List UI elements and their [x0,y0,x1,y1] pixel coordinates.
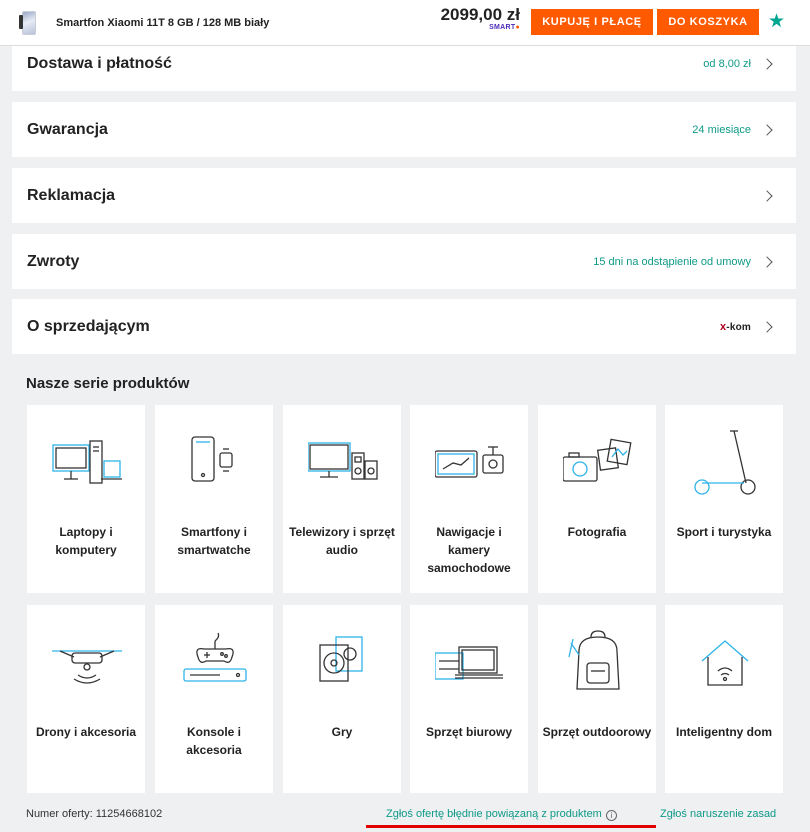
series-tile-smart-home[interactable]: Inteligentny dom [665,605,783,793]
product-thumbnail[interactable] [19,10,36,35]
row-complaint-label: Reklamacja [27,186,116,204]
chevron-right-icon [761,57,773,70]
office-printer-icon [435,646,503,680]
series-tile-label: Fotografia [567,525,627,539]
series-tile-navigation[interactable]: Nawigacje i kamery samochodowe [410,405,528,593]
row-warranty[interactable]: Gwarancja 24 miesiące [12,102,796,157]
drone-icon [52,650,122,684]
smart-badge: SMART● [489,24,520,31]
camera-photo-icon [563,438,632,482]
info-icon[interactable]: i [605,810,617,821]
smart-badge-label: SMART [489,24,516,31]
seller-logo: x-kom [720,321,751,333]
series-tile-sport[interactable]: Sport i turystyka [665,405,783,593]
game-disc-icon [319,636,363,682]
smartphone-watch-icon [191,436,233,482]
row-seller[interactable]: O sprzedającym x-kom [12,299,796,354]
buy-now-button[interactable]: KUPUJĘ I PŁACĘ [531,9,653,35]
series-tile-label: Smartfony i smartwatche [177,525,251,557]
series-tile-label: Sport i turystyka [676,525,772,539]
backpack-icon [568,630,620,690]
report-wrong-product-link[interactable]: Zgłoś ofertę błędnie powiązaną z produkt… [386,808,617,821]
chevron-right-icon [761,189,773,202]
seller-logo-brand: -kom [726,321,751,333]
product-title: Smartfon Xiaomi 11T 8 GB / 128 MB biały [56,16,270,29]
series-tile-label: Sprzęt biurowy [425,725,512,739]
favorite-star-icon[interactable]: ★ [768,11,785,33]
laptop-computer-icon [52,440,122,484]
report-violation-link[interactable]: Zgłoś naruszenie zasad [660,808,776,820]
series-tile-label: Sprzęt outdoorowy [542,725,652,739]
series-tile-label: Konsole i akcesoria [186,725,242,757]
series-tile-consoles[interactable]: Konsole i akcesoria [155,605,273,793]
series-tile-laptops[interactable]: Laptopy i komputery [27,405,145,593]
offer-number: Numer oferty: 11254668102 [26,808,162,820]
offer-number-label: Numer oferty: [26,808,93,820]
row-seller-label: O sprzedającym [27,317,150,335]
row-returns[interactable]: Zwroty 15 dni na odstąpienie od umowy [12,234,796,289]
offer-number-value: 11254668102 [95,808,163,820]
series-tile-label: Telewizory i sprzęt audio [289,525,395,557]
row-delivery-label: Dostawa i płatność [27,54,172,72]
navigation-camera-icon [435,446,504,478]
sticky-product-bar: Smartfon Xiaomi 11T 8 GB / 128 MB biały … [0,0,810,46]
series-tile-outdoor[interactable]: Sprzęt outdoorowy [538,605,656,793]
console-gamepad-icon [183,632,247,682]
row-warranty-label: Gwarancja [27,120,108,138]
smart-home-icon [701,640,749,686]
highlight-underline [366,825,656,828]
series-tile-games[interactable]: Gry [283,605,401,793]
series-tile-drones[interactable]: Drony i akcesoria [27,605,145,793]
scooter-icon [694,430,756,495]
row-returns-label: Zwroty [27,252,80,270]
footer-bar: Numer oferty: 11254668102 Zgłoś ofertę b… [0,805,810,825]
series-tile-office[interactable]: Sprzęt biurowy [410,605,528,793]
row-complaint[interactable]: Reklamacja [12,168,796,223]
chevron-right-icon [761,123,773,136]
product-price: 2099,00 zł [440,5,520,24]
row-warranty-info: 24 miesiące [692,123,751,136]
chevron-right-icon [761,255,773,268]
chevron-right-icon [761,320,773,333]
series-tile-label: Drony i akcesoria [35,725,137,739]
series-tile-label: Nawigacje i kamery samochodowe [427,525,511,575]
price-block: 2099,00 zł SMART● [438,5,520,32]
tv-audio-icon [308,442,378,480]
series-tile-photography[interactable]: Fotografia [538,405,656,593]
series-tile-tv[interactable]: Telewizory i sprzęt audio [283,405,401,593]
row-delivery-info: od 8,00 zł [703,57,751,70]
series-tile-label: Gry [331,725,353,739]
series-tile-label: Inteligentny dom [676,725,772,739]
product-series-heading: Nasze serie produktów [26,375,190,392]
row-returns-info: 15 dni na odstąpienie od umowy [593,255,751,268]
add-to-cart-button[interactable]: DO KOSZYKA [657,9,759,35]
report-wrong-product-label: Zgłoś ofertę błędnie powiązaną z produkt… [386,808,602,820]
series-tile-smartphones[interactable]: Smartfony i smartwatche [155,405,273,593]
series-tile-label: Laptopy i komputery [55,525,117,557]
